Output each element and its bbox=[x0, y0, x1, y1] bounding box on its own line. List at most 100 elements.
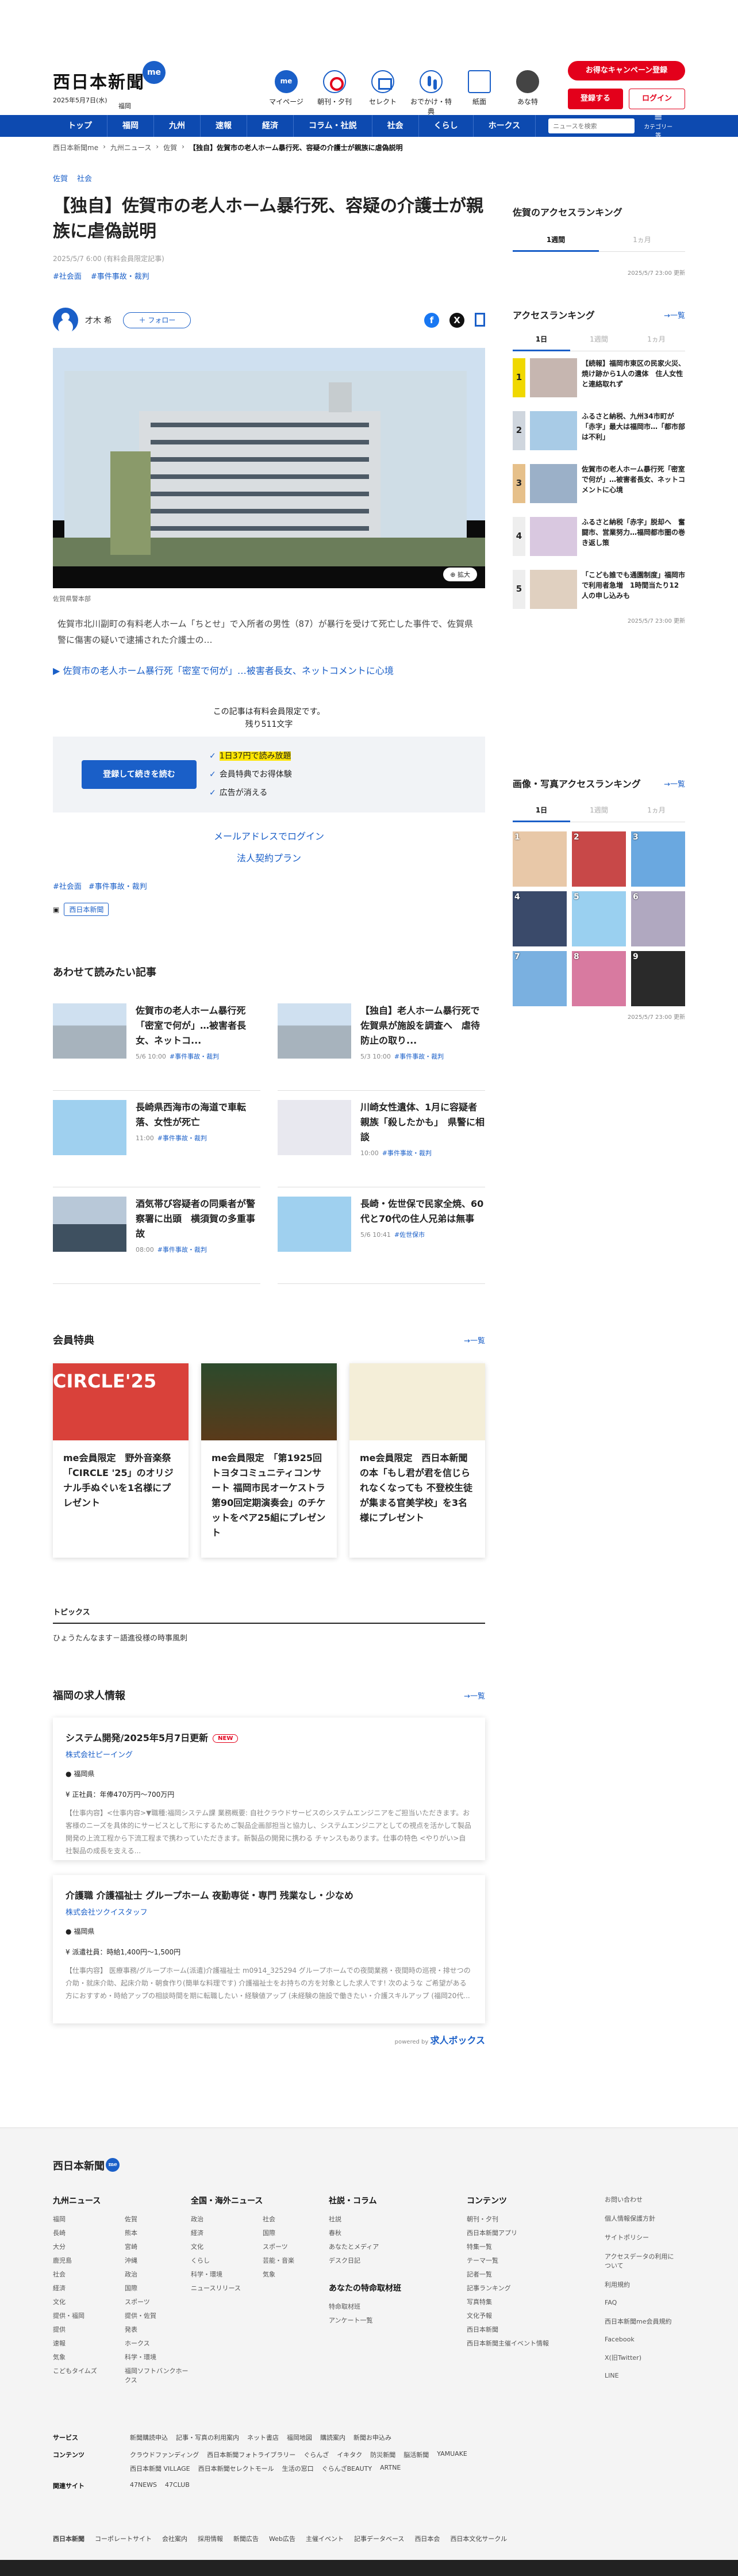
tab-month[interactable]: 1ヵ月 bbox=[628, 805, 685, 822]
footer-link[interactable]: 国際 bbox=[125, 2283, 191, 2293]
site-logo[interactable]: 西日本新聞 bbox=[53, 72, 145, 93]
footer-link[interactable]: 宮崎 bbox=[125, 2242, 191, 2251]
footer-link[interactable]: イキタク bbox=[337, 2450, 362, 2459]
category-menu-button[interactable]: ≡ カテゴリー等 bbox=[644, 112, 672, 140]
footer-link[interactable]: 福岡地図 bbox=[287, 2433, 312, 2442]
ranking-item[interactable]: 2 ふるさと納税、九州34市町が「赤字」最大は福岡市…「都市部は不利」 bbox=[513, 411, 685, 457]
footer-link[interactable]: 大分 bbox=[53, 2242, 119, 2251]
corporate-plan-link[interactable]: 法人契約プラン bbox=[53, 850, 485, 864]
footer-link[interactable]: 新聞購読申込 bbox=[130, 2433, 168, 2442]
footer-link[interactable]: 提供・福岡 bbox=[53, 2311, 119, 2320]
footer-bottom-link[interactable]: 主催イベント bbox=[306, 2534, 344, 2543]
footer-link[interactable]: テーマ一覧 bbox=[467, 2256, 605, 2265]
member-card[interactable]: CIRCLE'25 me会員限定 野外音楽祭「CIRCLE '25」のオリジナル手… bbox=[53, 1363, 189, 1558]
related-article[interactable]: 【独自】老人ホーム暴行死で佐賀県が施設を調査へ 虐待防止の取り... 5/3 10… bbox=[278, 994, 485, 1091]
footer-bottom-link[interactable]: 記事データベース bbox=[354, 2534, 404, 2543]
footer-link[interactable]: 気象 bbox=[263, 2270, 329, 2279]
footer-link[interactable]: ARTNE bbox=[380, 2464, 401, 2473]
related-article[interactable]: 佐賀市の老人ホーム暴行死「密室で何が」…被害者長女、ネットコ... 5/6 10:… bbox=[53, 994, 260, 1091]
job-card[interactable]: 介護職 介護福祉士 グループホーム 夜勤専従・専門 残業なし・少なめ 株式会社ツ… bbox=[53, 1875, 485, 2023]
image-ranking-more-link[interactable]: →一覧 bbox=[664, 778, 685, 789]
footer-bottom-logo[interactable]: 西日本新聞 bbox=[53, 2534, 84, 2543]
image-tile[interactable]: 3 bbox=[631, 831, 685, 887]
footer-link[interactable]: サイトポリシー bbox=[605, 2233, 676, 2247]
footer-link[interactable]: 社説 bbox=[329, 2214, 467, 2224]
footer-link[interactable]: 記事ランキング bbox=[467, 2283, 605, 2293]
header-shimen[interactable]: 紙面 bbox=[459, 70, 500, 116]
footer-link[interactable]: こどもタイムズ bbox=[53, 2366, 119, 2385]
tag-link[interactable]: #社会面 bbox=[53, 270, 82, 281]
footer-link[interactable]: スポーツ bbox=[125, 2297, 191, 2306]
footer-bottom-link[interactable]: 採用情報 bbox=[198, 2534, 223, 2543]
tab-day[interactable]: 1日 bbox=[513, 805, 570, 822]
footer-bottom-link[interactable]: 西日本会 bbox=[414, 2534, 440, 2543]
email-login-link[interactable]: メールアドレスでログイン bbox=[53, 829, 485, 842]
footer-link[interactable]: 新聞お申込み bbox=[353, 2433, 391, 2442]
jobs-more-link[interactable]: →一覧 bbox=[464, 1690, 485, 1701]
footer-bottom-link[interactable]: コーポレートサイト bbox=[95, 2534, 152, 2543]
footer-link[interactable]: ぐらんざBEAUTY bbox=[322, 2464, 372, 2473]
header-mypage[interactable]: マイページ bbox=[266, 70, 307, 116]
nav-kyushu[interactable]: 九州 bbox=[154, 115, 201, 137]
footer-link[interactable]: 科学・環境 bbox=[191, 2270, 257, 2279]
footer-link[interactable]: お問い合わせ bbox=[605, 2195, 676, 2209]
nav-hawks[interactable]: ホークス bbox=[474, 115, 536, 137]
footer-link[interactable]: 47NEWS bbox=[130, 2481, 157, 2489]
footer-link[interactable]: 利用規約 bbox=[605, 2280, 676, 2294]
footer-link[interactable]: アクセスデータの利用について bbox=[605, 2252, 676, 2275]
job-card[interactable]: システム開発/2025年5月7日更新 NEW 株式会社ピーイング ● 福岡県 ¥ … bbox=[53, 1718, 485, 1860]
footer-link[interactable]: 芸能・音楽 bbox=[263, 2256, 329, 2265]
footer-bottom-link[interactable]: 会社案内 bbox=[162, 2534, 187, 2543]
footer-link[interactable]: 鹿児島 bbox=[53, 2256, 119, 2265]
footer-link[interactable]: 社会 bbox=[53, 2270, 119, 2279]
footer-link[interactable]: 経済 bbox=[53, 2283, 119, 2293]
area-selector[interactable]: 福岡 bbox=[118, 101, 131, 110]
footer-link[interactable]: クラウドファンディング bbox=[130, 2450, 199, 2459]
tag-link[interactable]: #事件事故・裁判 bbox=[89, 880, 147, 891]
related-link[interactable]: ▶ 佐賀市の老人ホーム暴行死「密室で何が」…被害者長女、ネットコメントに心境 bbox=[53, 663, 485, 677]
tab-week[interactable]: 1週間 bbox=[513, 235, 599, 252]
image-tile[interactable]: 1 bbox=[513, 831, 567, 887]
footer-link[interactable]: デスク日記 bbox=[329, 2256, 467, 2265]
tab-week[interactable]: 1週間 bbox=[570, 334, 628, 351]
image-tile[interactable]: 4 bbox=[513, 891, 567, 946]
nav-column[interactable]: コラム・社説 bbox=[294, 115, 372, 137]
image-tile[interactable]: 5 bbox=[572, 891, 626, 946]
footer-bottom-link[interactable]: 西日本文化サークル bbox=[450, 2534, 507, 2543]
nav-keizai[interactable]: 経済 bbox=[247, 115, 294, 137]
avatar[interactable] bbox=[53, 308, 78, 333]
footer-link[interactable]: アンケート一覧 bbox=[329, 2316, 467, 2325]
footer-link[interactable]: 科学・環境 bbox=[125, 2352, 191, 2362]
image-tile[interactable]: 7 bbox=[513, 951, 567, 1006]
footer-link[interactable]: X(旧Twitter) bbox=[605, 2353, 676, 2367]
footer-link[interactable]: 長崎 bbox=[53, 2228, 119, 2237]
footer-link[interactable]: 提供・佐賀 bbox=[125, 2311, 191, 2320]
footer-link[interactable]: 脳活新聞 bbox=[403, 2450, 429, 2459]
footer-link[interactable]: スポーツ bbox=[263, 2242, 329, 2251]
facebook-icon[interactable]: f bbox=[424, 313, 439, 328]
related-article[interactable]: 酒気帯び容疑者の同乗者が警察署に出頭 横須賀の多重事故 08:00 #事件事故・裁判 bbox=[53, 1187, 260, 1284]
footer-link[interactable]: 佐賀 bbox=[125, 2214, 191, 2224]
footer-link[interactable]: 速報 bbox=[53, 2339, 119, 2348]
footer-link[interactable]: 西日本新聞me会員規約 bbox=[605, 2317, 676, 2331]
footer-bottom-link[interactable]: 新聞広告 bbox=[233, 2534, 259, 2543]
campaign-button[interactable]: お得なキャンペーン登録 bbox=[568, 61, 685, 80]
image-tile[interactable]: 2 bbox=[572, 831, 626, 887]
tab-week[interactable]: 1週間 bbox=[570, 805, 628, 822]
footer-link[interactable]: 西日本新聞 bbox=[467, 2325, 605, 2334]
bookmark-icon[interactable] bbox=[475, 313, 485, 327]
footer-link[interactable]: 国際 bbox=[263, 2228, 329, 2237]
footer-link[interactable]: FAQ bbox=[605, 2299, 676, 2312]
source-label[interactable]: 西日本新聞 bbox=[64, 903, 109, 916]
footer-link[interactable]: 写真特集 bbox=[467, 2297, 605, 2306]
tab-month[interactable]: 1ヵ月 bbox=[628, 334, 685, 351]
category-saga[interactable]: 佐賀 bbox=[53, 172, 68, 183]
image-tile[interactable]: 8 bbox=[572, 951, 626, 1006]
nav-shakai[interactable]: 社会 bbox=[372, 115, 419, 137]
related-article[interactable]: 川崎女性遺体、1月に容疑者親族「殺したかも」 県警に相談 10:00 #事件事故・裁… bbox=[278, 1091, 485, 1187]
footer-link[interactable]: 沖縄 bbox=[125, 2256, 191, 2265]
ranking-item[interactable]: 4 ふるさと納税「赤字」脱却へ 奮闘市、営業努力…福岡都市圏の巻き返し策 bbox=[513, 517, 685, 563]
article-photo[interactable]: ⊕ 拡大 bbox=[53, 348, 485, 588]
footer-link[interactable]: 47CLUB bbox=[165, 2481, 190, 2489]
ranking-item[interactable]: 5 「こども誰でも通園制度」福岡市で利用者急増 1時間当たり12人の申し込みも bbox=[513, 570, 685, 616]
